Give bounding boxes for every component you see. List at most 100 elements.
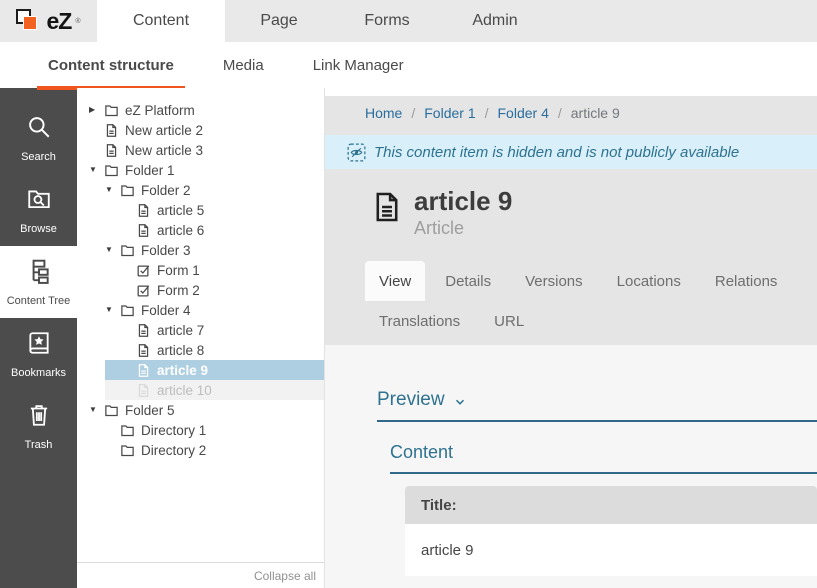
sidebar-item-label: Trash xyxy=(25,439,53,451)
tab-view[interactable]: View xyxy=(365,261,425,301)
tree-item-folder-5[interactable]: ▼Folder 5 xyxy=(89,400,324,420)
sidebar-item-trash[interactable]: Trash xyxy=(0,390,77,462)
tree-item-article-5[interactable]: article 5 xyxy=(105,200,324,220)
tab-content-view: Preview Content Title: article 9 xyxy=(325,345,817,588)
tree-item-folder-3[interactable]: ▼Folder 3 xyxy=(89,240,324,260)
collapse-arrow-icon[interactable]: ▼ xyxy=(89,400,104,420)
article-icon xyxy=(136,203,151,218)
tree-item-directory-2[interactable]: Directory 2 xyxy=(89,440,324,460)
breadcrumb-separator: / xyxy=(411,105,415,121)
page-title: article 9 xyxy=(414,187,512,215)
left-sidebar: Search Browse Content Tree Bookmarks Trash xyxy=(0,88,77,588)
article-icon xyxy=(136,363,151,378)
top-nav-tabs: ContentPageFormsAdmin xyxy=(97,0,549,42)
breadcrumb-link-folder-4[interactable]: Folder 4 xyxy=(498,105,549,121)
tree-item-label: Form 1 xyxy=(157,263,200,278)
article-icon xyxy=(136,383,151,398)
collapse-arrow-icon[interactable]: ▼ xyxy=(105,240,120,260)
top-tab-forms[interactable]: Forms xyxy=(333,0,441,42)
tree-item-folder-1[interactable]: ▼Folder 1 xyxy=(89,160,324,180)
tree-item-label: article 10 xyxy=(157,383,212,398)
sidebar-item-bookmarks[interactable]: Bookmarks xyxy=(0,318,77,390)
content-type-label: Article xyxy=(414,218,512,239)
breadcrumb-link-home[interactable]: Home xyxy=(365,105,402,121)
collapse-arrow-icon[interactable]: ▼ xyxy=(105,180,120,200)
article-icon xyxy=(370,187,404,239)
sidebar-item-label: Browse xyxy=(20,223,57,235)
form-icon xyxy=(136,263,151,278)
chevron-down-icon xyxy=(453,395,467,409)
field-value-title: article 9 xyxy=(405,524,817,576)
page-header-block: Home/Folder 1/Folder 4/article 9 This co… xyxy=(325,96,817,345)
breadcrumb-current: article 9 xyxy=(571,105,620,121)
tree-item-article-7[interactable]: article 7 xyxy=(105,320,324,340)
top-tab-admin[interactable]: Admin xyxy=(441,0,549,42)
tree-item-new-article-3[interactable]: New article 3 xyxy=(89,140,324,160)
preview-divider xyxy=(377,420,817,422)
tab-details[interactable]: Details xyxy=(431,261,505,301)
tree-item-article-9[interactable]: article 9 xyxy=(105,360,324,380)
tree-item-new-article-2[interactable]: New article 2 xyxy=(89,120,324,140)
tree-item-label: New article 3 xyxy=(125,143,203,158)
tab-url[interactable]: URL xyxy=(480,301,538,341)
tree-item-label: article 9 xyxy=(157,363,208,378)
ez-logo[interactable]: eZ ® xyxy=(0,0,97,42)
sidebar-item-label: Search xyxy=(21,151,56,163)
tree-item-form-1[interactable]: Form 1 xyxy=(105,260,324,280)
content-tree-icon xyxy=(26,258,52,289)
tree-item-folder-4[interactable]: ▼ Folder 4 xyxy=(89,300,324,320)
breadcrumb-link-folder-1[interactable]: Folder 1 xyxy=(424,105,475,121)
sub-tab-link-manager[interactable]: Link Manager xyxy=(302,42,415,88)
top-tab-page[interactable]: Page xyxy=(225,0,333,42)
tree-item-article-8[interactable]: article 8 xyxy=(105,340,324,360)
tree-item-label: Folder 4 xyxy=(141,303,191,318)
article-icon xyxy=(136,343,151,358)
collapse-arrow-icon[interactable]: ▼ xyxy=(105,300,120,320)
content-tree-panel: ▶eZ PlatformNew article 2New article 3▼F… xyxy=(77,88,325,588)
tree-item-form-2[interactable]: Form 2 xyxy=(105,280,324,300)
content-divider xyxy=(390,472,817,474)
expand-arrow-icon[interactable]: ▶ xyxy=(89,100,104,120)
ez-logo-text: eZ xyxy=(46,8,71,35)
trash-icon xyxy=(26,402,52,433)
tab-relations[interactable]: Relations xyxy=(701,261,792,301)
content-tree-list: ▶eZ PlatformNew article 2New article 3▼F… xyxy=(77,100,324,460)
tree-item-label: Folder 2 xyxy=(141,183,191,198)
tab-versions[interactable]: Versions xyxy=(511,261,597,301)
main-panel: Home/Folder 1/Folder 4/article 9 This co… xyxy=(325,88,817,588)
sub-nav-tabs: Content structure Media Link Manager xyxy=(0,42,817,88)
hidden-eye-icon xyxy=(347,143,366,162)
main-top-gap xyxy=(325,88,817,96)
content-section-label: Content xyxy=(390,442,817,463)
tab-locations[interactable]: Locations xyxy=(603,261,695,301)
tree-item-label: eZ Platform xyxy=(125,103,195,118)
sidebar-item-label: Bookmarks xyxy=(11,367,66,379)
tree-item-label: article 6 xyxy=(157,223,204,238)
collapse-arrow-icon[interactable]: ▼ xyxy=(89,160,104,180)
tree-item-label: Directory 2 xyxy=(141,443,206,458)
folder-icon xyxy=(120,243,135,258)
folder-icon xyxy=(120,423,135,438)
notice-text: This content item is hidden and is not p… xyxy=(374,144,739,161)
tree-item-folder-2[interactable]: ▼ Folder 2 xyxy=(89,180,324,200)
article-icon xyxy=(104,123,119,138)
tree-item-ez-platform[interactable]: ▶ eZ Platform xyxy=(89,100,324,120)
sidebar-item-browse[interactable]: Browse xyxy=(0,174,77,246)
tab-translations[interactable]: Translations xyxy=(365,301,474,341)
tree-item-article-6[interactable]: article 6 xyxy=(105,220,324,240)
sidebar-item-search[interactable]: Search xyxy=(0,102,77,174)
preview-section-label: Preview xyxy=(377,389,445,411)
preview-section-toggle[interactable]: Preview xyxy=(377,389,817,411)
registered-mark: ® xyxy=(75,18,80,25)
form-icon xyxy=(136,283,151,298)
sub-tab-media[interactable]: Media xyxy=(212,42,275,88)
collapse-all-button[interactable]: Collapse all xyxy=(77,562,324,588)
tree-item-article-10[interactable]: article 10 xyxy=(105,380,324,400)
tree-item-directory-1[interactable]: Directory 1 xyxy=(89,420,324,440)
tree-item-label: New article 2 xyxy=(125,123,203,138)
top-tab-content[interactable]: Content xyxy=(97,0,225,42)
ez-platform-admin-app: eZ ® ContentPageFormsAdmin Content struc… xyxy=(0,0,817,588)
folder-icon xyxy=(104,403,119,418)
sub-tab-content-structure[interactable]: Content structure xyxy=(37,42,185,88)
sidebar-item-content-tree[interactable]: Content Tree xyxy=(0,246,77,318)
